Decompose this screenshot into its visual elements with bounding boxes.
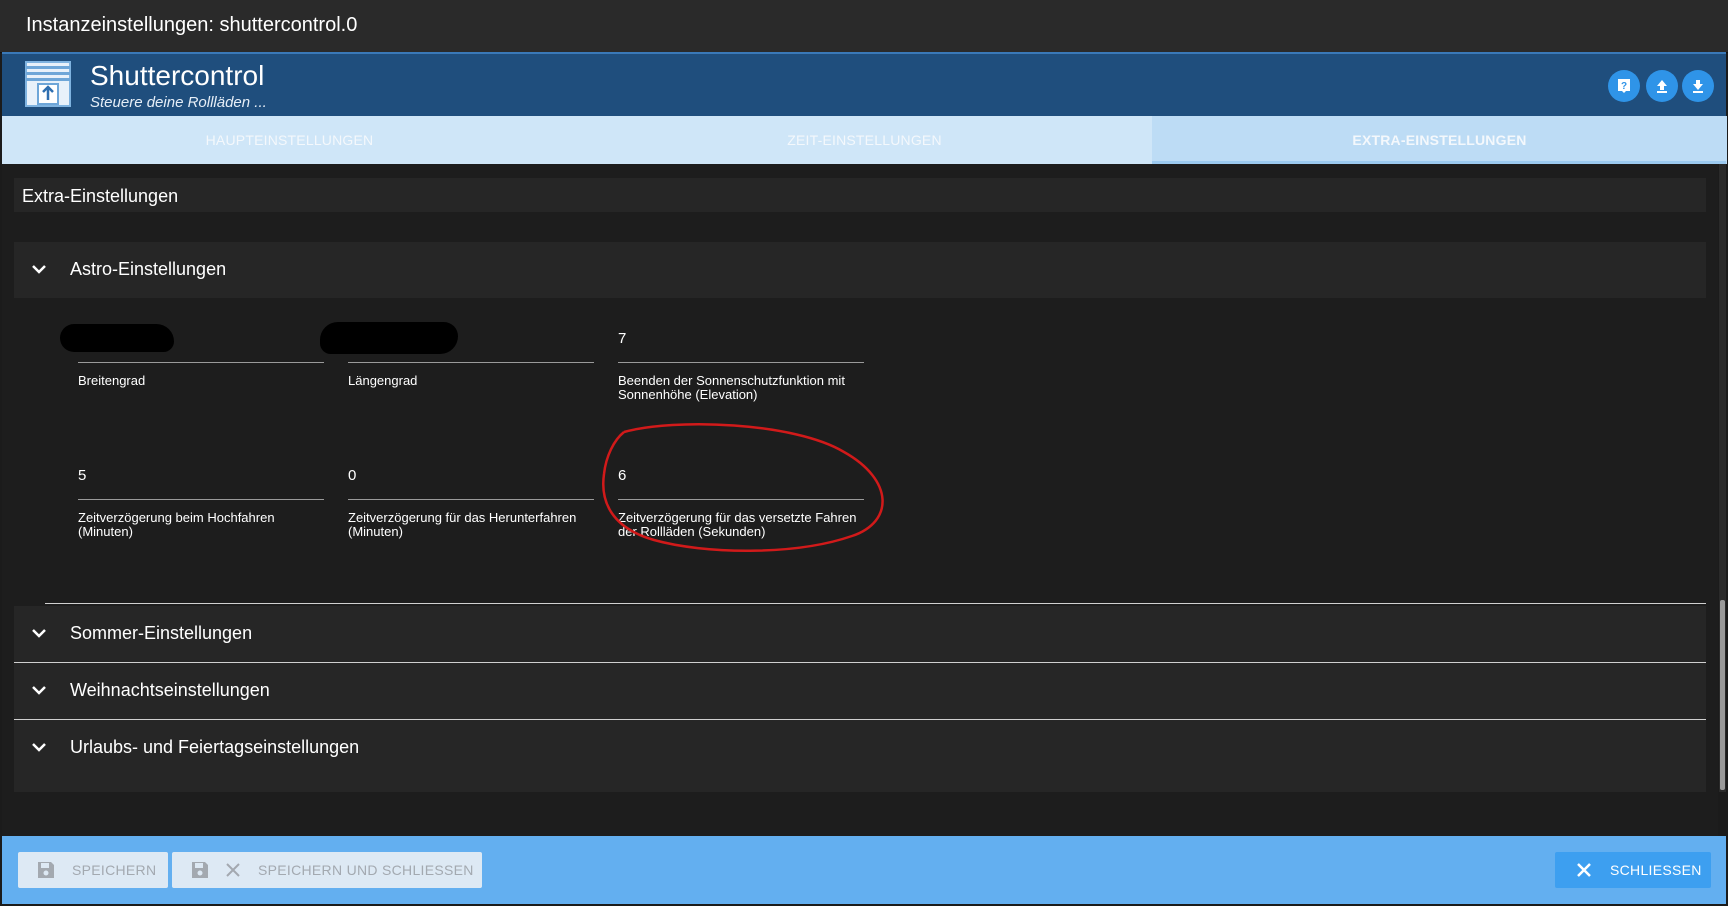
panel-weihnacht[interactable]: Weihnachtseinstellungen xyxy=(14,663,1706,720)
panel-astro[interactable]: Astro-Einstellungen xyxy=(14,242,1706,299)
panel-astro-label: Astro-Einstellungen xyxy=(70,259,227,279)
chevron-down-icon xyxy=(32,629,46,638)
upload-button[interactable] xyxy=(1646,70,1678,102)
field-breitengrad-label: Breitengrad xyxy=(78,373,146,388)
download-icon xyxy=(1693,80,1703,93)
help-button[interactable]: ? xyxy=(1608,70,1640,102)
close-button[interactable]: SCHLIESSEN xyxy=(1555,852,1711,888)
panel-sommer[interactable]: Sommer-Einstellungen xyxy=(14,606,1706,663)
tab-bar: HAUPTEINSTELLUNGEN ZEIT-EINSTELLUNGEN EX… xyxy=(2,116,1727,164)
tab-extra-einstellungen[interactable]: EXTRA-EINSTELLUNGEN xyxy=(1152,116,1727,164)
tab-haupteinstellungen[interactable]: HAUPTEINSTELLUNGEN xyxy=(2,116,577,164)
close-icon xyxy=(226,863,240,877)
save-and-close-label: SPEICHERN UND SCHLIESSEN xyxy=(258,862,474,878)
field-elevation-value[interactable]: 7 xyxy=(618,330,626,347)
chevron-down-icon xyxy=(32,265,46,274)
tab-zeit-einstellungen[interactable]: ZEIT-EINSTELLUNGEN xyxy=(577,116,1152,164)
field-delay-down-label: Zeitverzögerung für das Herunterfahren (… xyxy=(348,510,577,539)
panel-sommer-label: Sommer-Einstellungen xyxy=(70,623,253,643)
download-button[interactable] xyxy=(1682,70,1714,102)
save-button-label: SPEICHERN xyxy=(72,862,157,878)
app-subtitle: Steuere deine Rollläden ... xyxy=(90,94,267,111)
close-icon xyxy=(1577,863,1591,877)
scrollbar-thumb[interactable] xyxy=(1720,600,1725,790)
panel-urlaub-label: Urlaubs- und Feiertagseinstellungen xyxy=(70,737,360,757)
panel-divider xyxy=(45,603,1706,604)
panel-urlaub[interactable]: Urlaubs- und Feiertagseinstellungen xyxy=(14,720,1706,777)
field-delay-up[interactable]: 5 Zeitverzögerung beim Hochfahren (Minut… xyxy=(78,467,324,539)
highlight-circle xyxy=(602,423,884,552)
redaction-mark xyxy=(60,324,174,352)
save-button[interactable]: SPEICHERN xyxy=(18,852,168,888)
save-icon xyxy=(38,862,54,878)
chevron-down-icon xyxy=(32,743,46,752)
field-underline xyxy=(78,362,324,363)
astro-panel-body: Breitengrad Längengrad 7 Beenden der Son… xyxy=(14,298,1706,604)
field-delay-up-value[interactable]: 5 xyxy=(78,467,86,484)
save-icon xyxy=(192,862,208,878)
field-delay-down-value[interactable]: 0 xyxy=(348,467,356,484)
footer-bar: SPEICHERN SPEICHERN UND SCHLIESSEN SCHLI… xyxy=(2,836,1726,904)
redaction-mark xyxy=(320,322,458,354)
section-header: Extra-Einstellungen xyxy=(14,178,1706,212)
field-elevation[interactable]: 7 Beenden der Sonnenschutzfunktion mit S… xyxy=(618,330,864,402)
window-title: Instanzeinstellungen: shuttercontrol.0 xyxy=(26,14,358,36)
close-button-label: SCHLIESSEN xyxy=(1610,862,1702,878)
save-and-close-button[interactable]: SPEICHERN UND SCHLIESSEN xyxy=(172,852,482,888)
panel-list-end xyxy=(14,775,1706,792)
svg-text:?: ? xyxy=(1621,81,1627,92)
upload-icon xyxy=(1657,80,1667,93)
field-underline xyxy=(78,499,324,500)
chevron-down-icon xyxy=(32,686,46,695)
shutter-logo-icon xyxy=(25,61,71,107)
field-delay-down[interactable]: 0 Zeitverzögerung für das Herunterfahren… xyxy=(348,467,594,539)
field-underline xyxy=(348,499,594,500)
field-delay-up-label: Zeitverzögerung beim Hochfahren (Minuten… xyxy=(78,510,275,539)
field-elevation-label: Beenden der Sonnenschutzfunktion mit Son… xyxy=(618,373,845,402)
app-title: Shuttercontrol xyxy=(90,60,265,91)
field-laengengrad-label: Längengrad xyxy=(348,373,418,388)
help-icon: ? xyxy=(1618,79,1630,93)
field-underline xyxy=(618,362,864,363)
section-title: Extra-Einstellungen xyxy=(22,186,179,206)
adapter-header: Shuttercontrol Steuere deine Rollläden .… xyxy=(2,52,1726,118)
field-underline xyxy=(348,362,594,363)
window-titlebar: Instanzeinstellungen: shuttercontrol.0 xyxy=(0,0,1728,53)
panel-weihnacht-label: Weihnachtseinstellungen xyxy=(70,680,270,700)
